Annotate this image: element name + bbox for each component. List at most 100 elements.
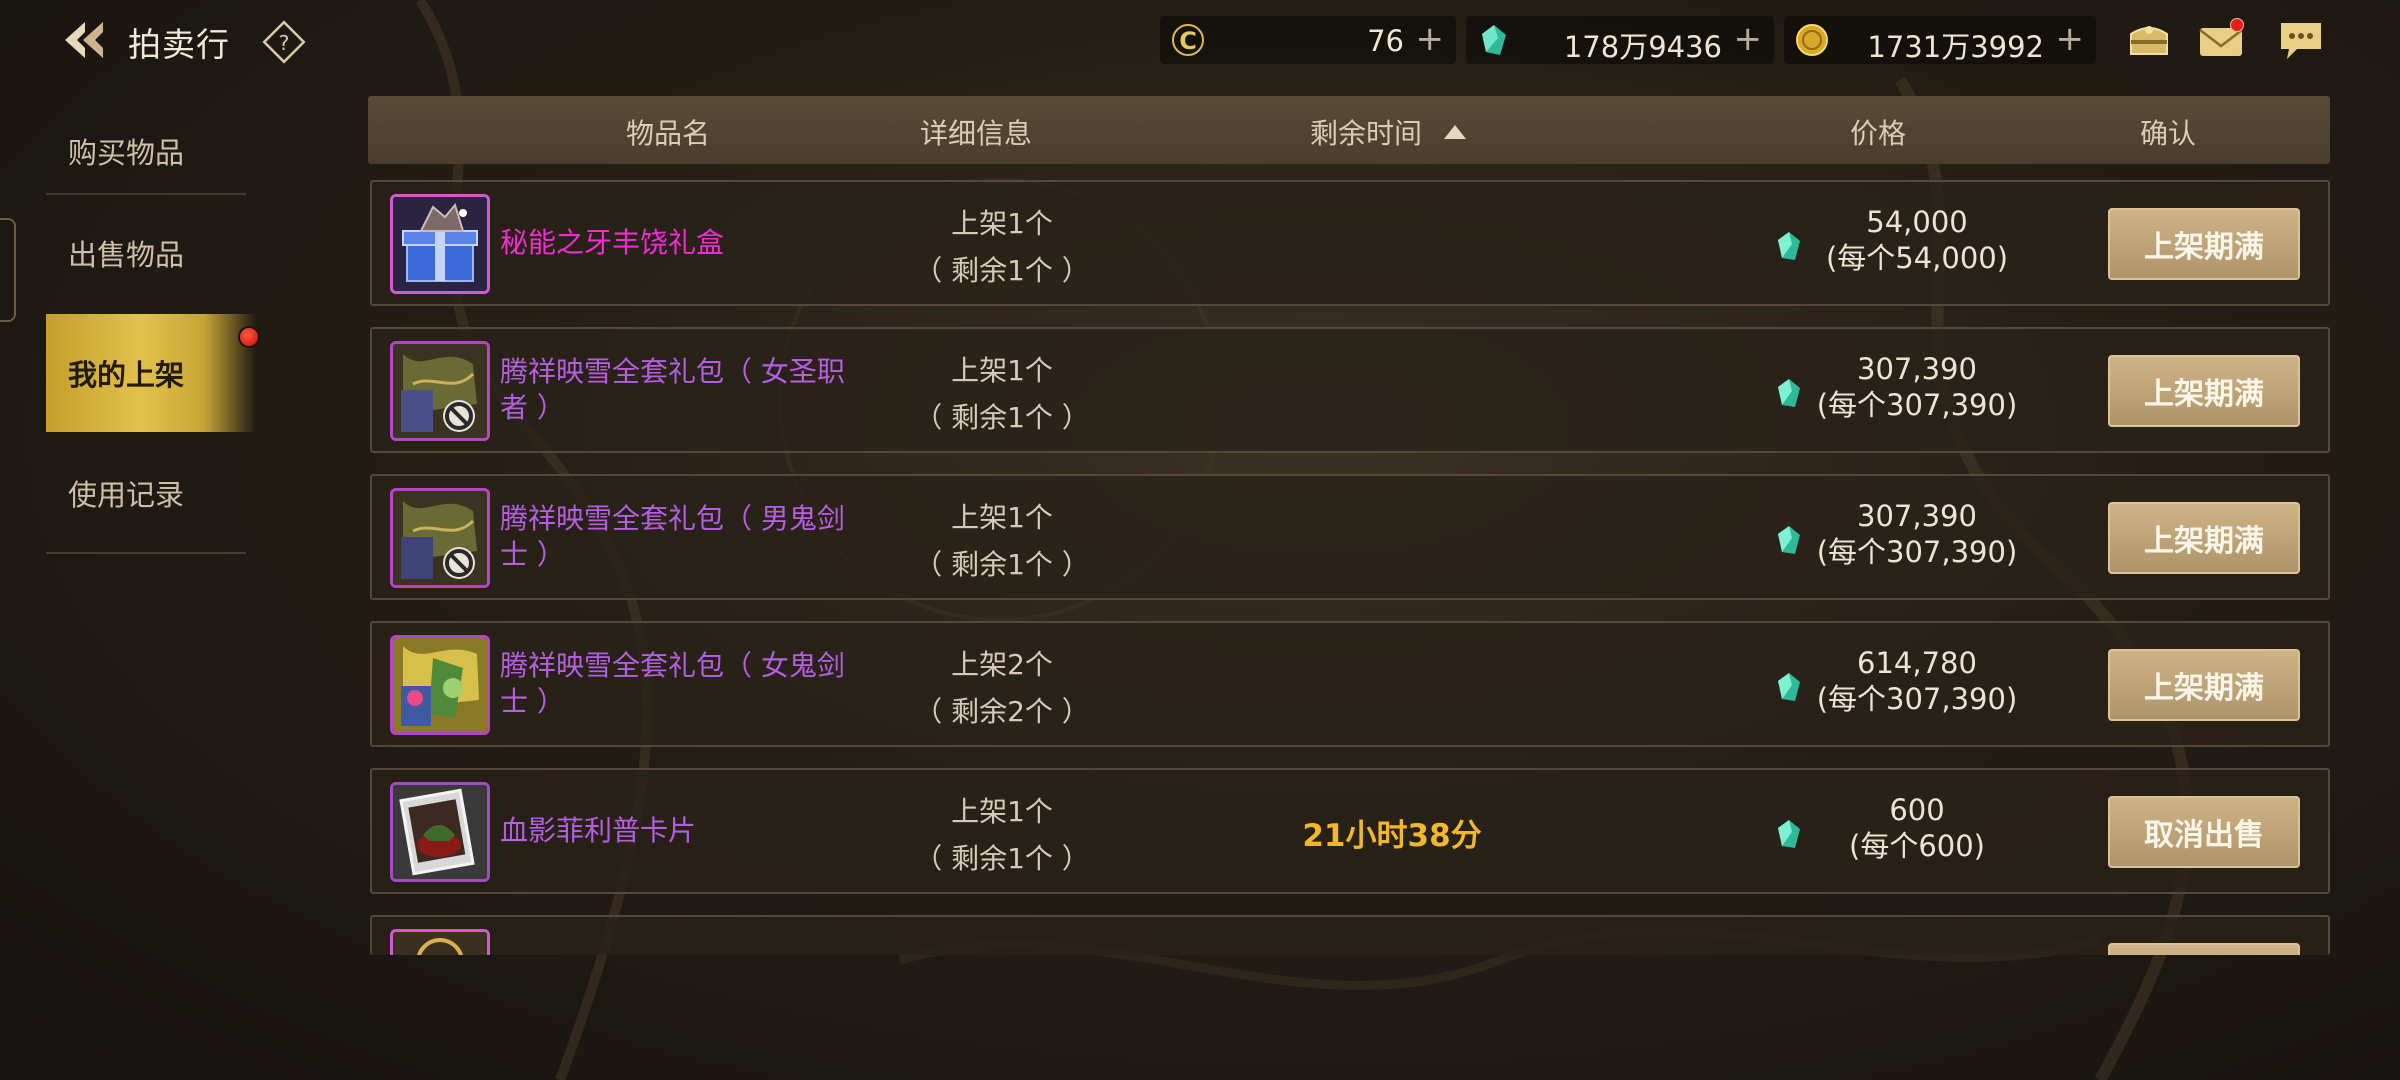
- table-row[interactable]: 秘能之牙丰饶礼盒 上架1个 （ 剩余1个 ） 54,000 (每个54,000)…: [370, 180, 2330, 306]
- gift-box-icon: [393, 197, 487, 291]
- table-row-partial[interactable]: [370, 915, 2330, 955]
- teal-gem-icon: [1482, 25, 1506, 55]
- price: 600 (每个600): [1802, 792, 2032, 864]
- column-header-time-left[interactable]: 剩余时间: [1208, 112, 1568, 152]
- teal-gem-icon: [1778, 526, 1800, 554]
- item-name: 秘能之牙丰饶礼盒: [500, 226, 725, 259]
- remaining-count: （ 剩余1个 ）: [914, 548, 1090, 581]
- sidebar-item-label: 购买物品: [68, 136, 185, 170]
- listing-details: 上架1个 （ 剩余1个 ）: [852, 788, 1152, 882]
- column-header-item-name: 物品名: [625, 117, 710, 150]
- currency-c-points: C 76 +: [1160, 16, 1456, 64]
- total-price: 614,780: [1857, 646, 1977, 680]
- sidebar-item-label: 出售物品: [68, 238, 185, 272]
- currency-value: 1731万3992: [1867, 30, 2044, 64]
- currency-value: 76: [1367, 24, 1404, 58]
- table-row[interactable]: 血影菲利普卡片 上架1个 （ 剩余1个 ） 21小时38分 600 (每个600…: [370, 768, 2330, 894]
- listing-details: 上架1个 （ 剩余1个 ）: [852, 200, 1152, 294]
- listing-expired-button[interactable]: 上架期满: [2108, 208, 2300, 280]
- currency-value: 178万9436: [1563, 30, 1722, 64]
- listing-details: 上架2个 （ 剩余2个 ）: [852, 641, 1152, 735]
- c-coin-icon: C: [1172, 24, 1204, 56]
- remaining-count: （ 剩余1个 ）: [914, 401, 1090, 434]
- listed-count: 上架2个: [951, 648, 1053, 681]
- total-price: 307,390: [1857, 352, 1977, 386]
- item-icon-frame[interactable]: [390, 635, 490, 735]
- teal-gem-icon: [1778, 673, 1800, 701]
- chat-icon: [2281, 23, 2321, 59]
- table-row[interactable]: 腾祥映雪全套礼包（ 女圣职者 ） 上架1个 （ 剩余1个 ） 307,390 (…: [370, 327, 2330, 453]
- listed-count: 上架1个: [951, 207, 1053, 240]
- table-row[interactable]: 腾祥映雪全套礼包（ 女鬼剑士 ） 上架2个 （ 剩余2个 ） 614,780 (…: [370, 621, 2330, 747]
- item-icon-frame[interactable]: [390, 488, 490, 588]
- listing-details: 上架1个 （ 剩余1个 ）: [852, 347, 1152, 441]
- table-header: 物品名 详细信息 剩余时间 价格 确认: [368, 96, 2330, 164]
- currency-gems: 178万9436 +: [1466, 16, 1774, 64]
- price: 307,390 (每个307,390): [1802, 351, 2032, 423]
- unit-price: (每个307,390): [1816, 388, 2018, 422]
- sort-ascending-icon: [1444, 125, 1466, 139]
- teal-gem-icon: [1778, 232, 1800, 260]
- back-button[interactable]: [56, 14, 112, 66]
- unit-price: (每个600): [1849, 829, 1985, 863]
- unit-price: (每个307,390): [1816, 682, 2018, 716]
- mail-button[interactable]: [2196, 18, 2246, 62]
- item-icon-frame[interactable]: [390, 341, 490, 441]
- add-currency-button[interactable]: +: [2056, 21, 2085, 57]
- back-arrow-icon: [65, 22, 103, 58]
- remaining-count: （ 剩余1个 ）: [914, 842, 1090, 875]
- sidebar-item-label: 使用记录: [68, 478, 185, 512]
- column-header-price: 价格: [1849, 117, 1906, 150]
- sidebar-edge-decoration: [0, 218, 16, 322]
- listing-expired-button[interactable]: 上架期满: [2108, 649, 2300, 721]
- page-title: 拍卖行: [128, 25, 230, 64]
- item-icon-frame[interactable]: [390, 929, 490, 955]
- teal-gem-icon: [1778, 379, 1800, 407]
- sidebar-item-label: 我的上架: [68, 358, 185, 392]
- wallet-button[interactable]: [2124, 18, 2174, 62]
- add-currency-button[interactable]: +: [1416, 21, 1445, 57]
- time-left: 21小时38分: [1302, 818, 1482, 854]
- top-bar: 拍卖行 ? C 76 + 178万9436 + 1731万3992 +: [0, 0, 2400, 80]
- listing-details: 上架1个 （ 剩余1个 ）: [852, 494, 1152, 588]
- unit-price: (每个307,390): [1816, 535, 2018, 569]
- sidebar-item-my-listings[interactable]: 我的上架: [46, 314, 260, 432]
- mail-notification-dot: [2230, 18, 2244, 32]
- price: 614,780 (每个307,390): [1802, 645, 2032, 717]
- total-price: 307,390: [1857, 499, 1977, 533]
- help-glyph: ?: [279, 31, 290, 55]
- svg-text:C: C: [1179, 27, 1197, 55]
- item-icon-frame[interactable]: [390, 782, 490, 882]
- listing-expired-button[interactable]: 上架期满: [2108, 355, 2300, 427]
- total-price: 54,000: [1866, 205, 1968, 239]
- add-currency-button[interactable]: +: [1734, 21, 1763, 57]
- item-name: 腾祥映雪全套礼包（ 男鬼剑士 ）: [500, 502, 845, 571]
- listing-expired-button[interactable]: 上架期满: [2108, 502, 2300, 574]
- action-button[interactable]: [2108, 943, 2300, 955]
- unit-price: (每个54,000): [1825, 241, 2009, 275]
- costume-pack-icon: [393, 491, 487, 585]
- teal-gem-icon: [1778, 820, 1800, 848]
- sidebar-item-sell[interactable]: 出售物品: [46, 194, 256, 312]
- item-name: 腾祥映雪全套礼包（ 女圣职者 ）: [500, 355, 845, 424]
- column-header-details: 详细信息: [919, 117, 1032, 150]
- listed-count: 上架1个: [951, 501, 1053, 534]
- sidebar-item-usage-log[interactable]: 使用记录: [46, 434, 256, 552]
- listed-count: 上架1个: [951, 354, 1053, 387]
- table-row[interactable]: 腾祥映雪全套礼包（ 男鬼剑士 ） 上架1个 （ 剩余1个 ） 307,390 (…: [370, 474, 2330, 600]
- remaining-count: （ 剩余2个 ）: [914, 695, 1090, 728]
- sidebar-divider: [46, 552, 246, 554]
- item-name: 血影菲利普卡片: [500, 814, 697, 847]
- column-header-label: 剩余时间: [1309, 117, 1422, 150]
- chat-button[interactable]: [2276, 18, 2326, 62]
- gold-coin-icon: [1796, 24, 1828, 56]
- item-icon: [393, 932, 487, 955]
- cancel-sale-button[interactable]: 取消出售: [2108, 796, 2300, 868]
- card-icon: [393, 785, 487, 879]
- costume-pack-icon: [393, 638, 487, 732]
- wallet-icon: [2130, 26, 2168, 55]
- item-icon-frame[interactable]: [390, 194, 490, 294]
- help-button[interactable]: ?: [262, 20, 306, 64]
- column-header-confirm: 确认: [2139, 117, 2196, 150]
- remaining-count: （ 剩余1个 ）: [914, 254, 1090, 287]
